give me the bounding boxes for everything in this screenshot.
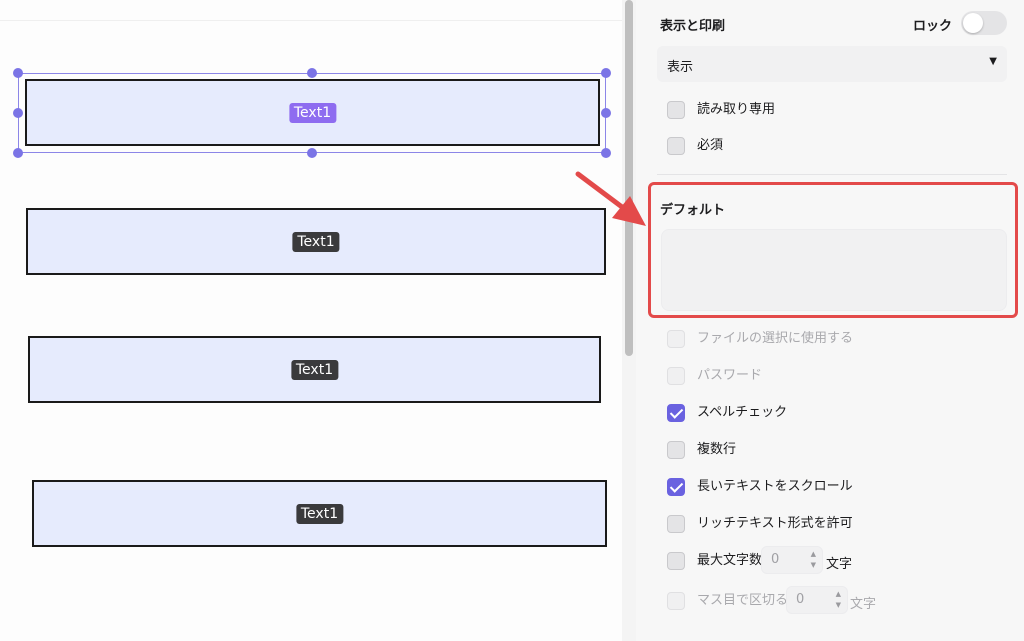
rich-text-label: リッチテキスト形式を許可 (697, 516, 853, 531)
comb-stepper[interactable]: 0 ▲ ▼ (786, 586, 848, 614)
scroll-long-text-label: 長いテキストをスクロール (697, 479, 853, 494)
comb-label: マス目で区切る (697, 593, 789, 608)
multiline-checkbox[interactable] (667, 441, 685, 459)
stepper-arrows-icon[interactable]: ▲ ▼ (811, 549, 816, 571)
max-chars-stepper[interactable]: 0 ▲ ▼ (761, 546, 823, 574)
password-label: パスワード (697, 368, 763, 383)
document-canvas[interactable]: Text1 Text1 Text1 Text1 (0, 0, 622, 641)
default-value-input[interactable] (661, 229, 1007, 311)
required-label: 必須 (697, 138, 724, 153)
dropdown-caret-icon: ▼ (989, 56, 997, 67)
display-print-heading: 表示と印刷 (660, 19, 726, 34)
stepper-arrows-icon[interactable]: ▲ ▼ (836, 589, 841, 611)
page-edge (0, 20, 622, 21)
readonly-checkbox[interactable] (667, 101, 685, 119)
resize-handle-left[interactable] (13, 108, 23, 118)
visibility-select-value: 表示 (667, 60, 694, 75)
section-divider (657, 174, 1007, 175)
field-name-tag: Text1 (295, 503, 344, 524)
default-value-heading: デフォルト (660, 203, 726, 218)
spellcheck-label: スペルチェック (697, 405, 788, 420)
comb-unit: 文字 (850, 597, 877, 612)
comb-value: 0 (796, 592, 805, 607)
rich-text-checkbox[interactable] (667, 515, 685, 533)
text-field-2[interactable]: Text1 (26, 208, 606, 275)
resize-handle-top[interactable] (307, 68, 317, 78)
file-select-checkbox[interactable] (667, 330, 685, 348)
required-checkbox[interactable] (667, 137, 685, 155)
resize-handle-top-right[interactable] (601, 68, 611, 78)
password-checkbox[interactable] (667, 367, 685, 385)
field-name-tag: Text1 (290, 359, 339, 380)
toggle-knob (963, 13, 983, 33)
lock-toggle[interactable] (961, 11, 1007, 35)
max-chars-value: 0 (771, 552, 780, 567)
properties-panel (636, 0, 1024, 641)
spellcheck-checkbox[interactable] (667, 404, 685, 422)
lock-label: ロック (913, 19, 953, 34)
text-field-1[interactable]: Text1 (25, 79, 600, 146)
text-field-3[interactable]: Text1 (28, 336, 601, 403)
max-chars-label: 最大文字数 (697, 553, 763, 568)
resize-handle-bottom[interactable] (307, 148, 317, 158)
visibility-select[interactable]: 表示 ▼ (657, 46, 1007, 82)
multiline-label: 複数行 (697, 442, 737, 457)
resize-handle-bottom-right[interactable] (601, 148, 611, 158)
file-select-label: ファイルの選択に使用する (697, 331, 854, 346)
max-chars-unit: 文字 (826, 557, 853, 572)
field-name-tag: Text1 (288, 102, 337, 123)
readonly-label: 読み取り専用 (697, 102, 776, 117)
canvas-scrollbar-thumb[interactable] (625, 0, 633, 356)
max-chars-checkbox[interactable] (667, 552, 685, 570)
scroll-long-text-checkbox[interactable] (667, 478, 685, 496)
resize-handle-right[interactable] (601, 108, 611, 118)
resize-handle-top-left[interactable] (13, 68, 23, 78)
comb-checkbox[interactable] (667, 592, 685, 610)
resize-handle-bottom-left[interactable] (13, 148, 23, 158)
text-field-4[interactable]: Text1 (32, 480, 607, 547)
field-name-tag: Text1 (292, 231, 340, 252)
